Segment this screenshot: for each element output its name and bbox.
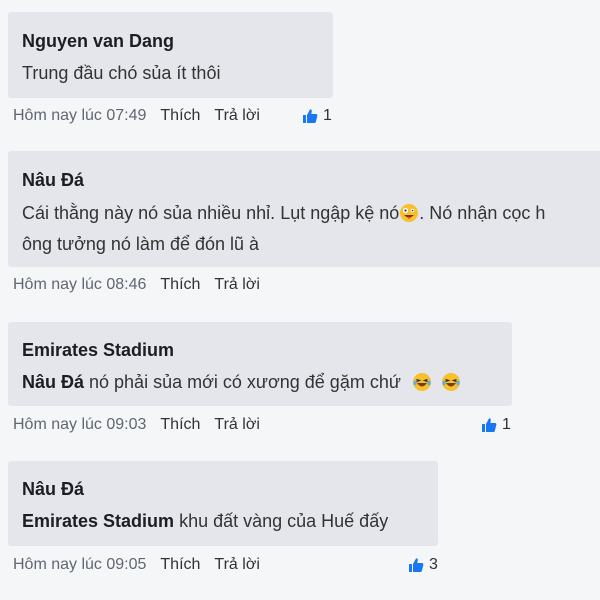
comment-timestamp[interactable]: Hôm nay lúc 07:49 xyxy=(13,107,146,124)
comment-author[interactable]: Nguyen van Dang xyxy=(22,31,174,52)
comment-text: Emirates Stadium khu đất vàng của Huế đấ… xyxy=(22,511,388,532)
comment-bubble: Nâu Đá Cái thằng này nó sủa nhiều nhỉ. L… xyxy=(8,151,600,267)
mention-link[interactable]: Emirates Stadium xyxy=(22,511,174,531)
thumbs-up-icon xyxy=(303,109,318,123)
reply-link[interactable]: Trả lời xyxy=(214,107,259,124)
like-count[interactable]: 3 xyxy=(408,556,438,574)
comment-text-part: . Nó nhận cọc h xyxy=(419,203,546,223)
thumbs-up-icon xyxy=(482,418,497,432)
comment-meta: Hôm nay lúc 07:49 Thích Trả lời xyxy=(13,107,260,125)
comment-meta: Hôm nay lúc 09:03 Thích Trả lời xyxy=(13,416,260,434)
comment-text-part: Cái thằng này nó sủa nhiều nhỉ. Lụt ngập… xyxy=(22,203,400,223)
like-count[interactable]: 1 xyxy=(481,416,511,434)
reply-link[interactable]: Trả lời xyxy=(214,276,259,293)
mention-link[interactable]: Nâu Đá xyxy=(22,372,84,392)
comment-meta: Hôm nay lúc 09:05 Thích Trả lời xyxy=(13,556,260,574)
comment-bubble: Nguyen van Dang Trung đầu chó sủa ít thô… xyxy=(8,12,333,98)
like-link[interactable]: Thích xyxy=(160,416,200,433)
comment-meta: Hôm nay lúc 08:46 Thích Trả lời xyxy=(13,276,260,294)
comment-timestamp[interactable]: Hôm nay lúc 09:03 xyxy=(13,416,146,433)
laughing-tears-emoji-icon xyxy=(441,373,460,391)
comment-bubble: Nâu Đá Emirates Stadium khu đất vàng của… xyxy=(8,461,438,546)
comment-text: Trung đầu chó sủa ít thôi xyxy=(22,63,221,83)
like-count[interactable]: 1 xyxy=(302,107,332,125)
comment-author[interactable]: Nâu Đá xyxy=(22,170,84,191)
like-link[interactable]: Thích xyxy=(160,107,200,124)
comment-bubble: Emirates Stadium Nâu Đá nó phải sủa mới … xyxy=(8,322,512,406)
comment-text-line: ông tưởng nó làm để đón lũ à xyxy=(22,234,260,254)
like-link[interactable]: Thích xyxy=(160,276,200,293)
like-count-number: 3 xyxy=(429,556,438,573)
crazy-face-emoji-icon xyxy=(400,204,419,222)
thumbs-up-icon xyxy=(409,558,424,572)
laughing-tears-emoji-icon xyxy=(412,373,431,391)
comment-text-part: khu đất vàng của Huế đấy xyxy=(174,511,389,531)
comment-author[interactable]: Nâu Đá xyxy=(22,479,84,500)
like-link[interactable]: Thích xyxy=(160,556,200,573)
reply-link[interactable]: Trả lời xyxy=(214,416,259,433)
comment-timestamp[interactable]: Hôm nay lúc 09:05 xyxy=(13,556,146,573)
comment-text: Cái thằng này nó sủa nhiều nhỉ. Lụt ngập… xyxy=(22,203,545,224)
like-count-number: 1 xyxy=(502,416,511,433)
comment-timestamp[interactable]: Hôm nay lúc 08:46 xyxy=(13,276,146,293)
comment-text: Nâu Đá nó phải sủa mới có xương để gặm c… xyxy=(22,372,461,393)
comment-author[interactable]: Emirates Stadium xyxy=(22,340,174,361)
like-count-number: 1 xyxy=(323,107,332,124)
comment-text-part: nó phải sủa mới có xương để gặm chứ xyxy=(84,372,401,392)
reply-link[interactable]: Trả lời xyxy=(214,556,259,573)
